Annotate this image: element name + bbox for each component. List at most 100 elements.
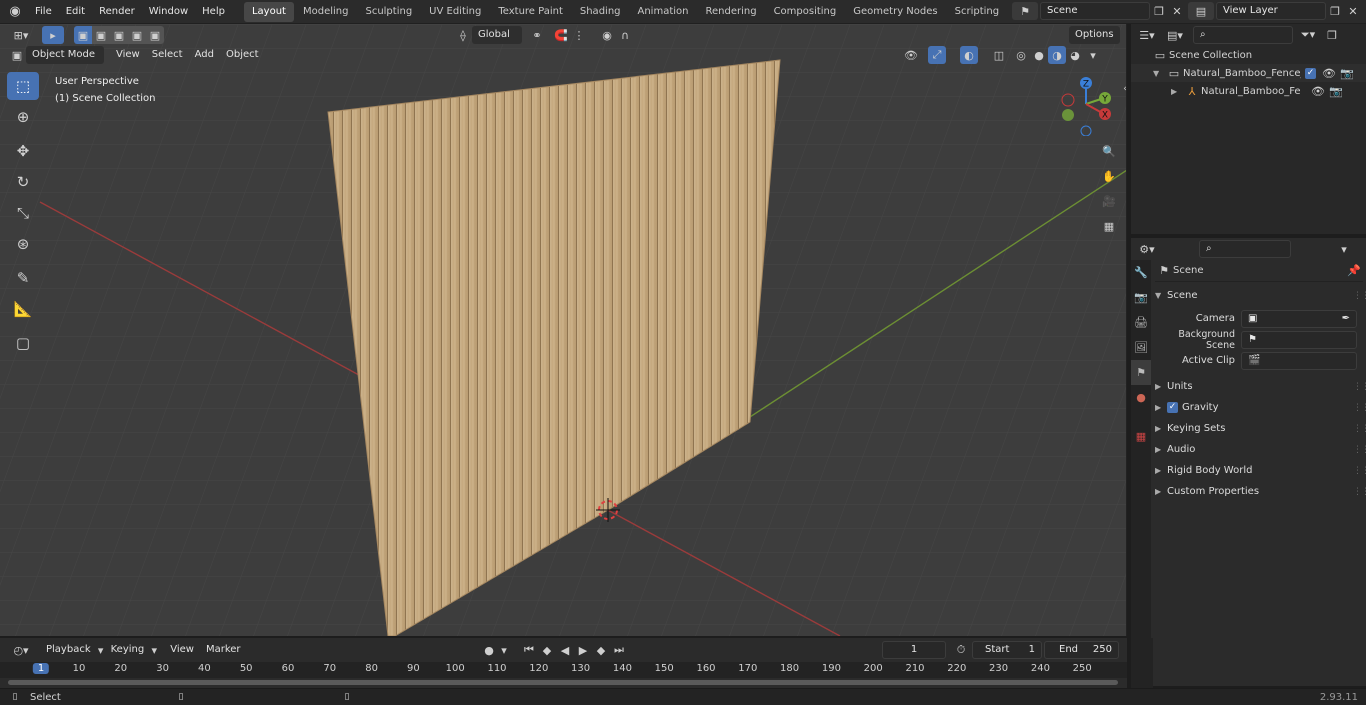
drag-grip-icon[interactable]: ⋮⋮ <box>1353 466 1366 476</box>
tab-texture-paint[interactable]: Texture Paint <box>490 2 571 22</box>
options-dropdown[interactable]: Options <box>1069 26 1120 44</box>
timeline-scrollbar[interactable] <box>8 680 1118 685</box>
view-layer-tab-icon[interactable]: 🖼 <box>1131 335 1151 360</box>
scene-icon[interactable]: ⚑ <box>1012 2 1038 20</box>
texture-tab-icon[interactable]: ▦ <box>1131 424 1151 449</box>
shading-material-icon[interactable]: ◑ <box>1048 46 1066 64</box>
falloff-icon[interactable]: ∩ <box>616 26 634 44</box>
scene-tab-icon[interactable]: ⚑ <box>1131 360 1151 385</box>
panel-header-units[interactable]: ▶ Units ⋮⋮ <box>1155 376 1366 397</box>
pan-hand-icon[interactable]: ✋ <box>1098 165 1120 187</box>
drag-grip-icon[interactable]: ⋮⋮ <box>1353 403 1366 413</box>
visibility-icon[interactable]: 👁 <box>902 46 920 64</box>
panel-header-custom-properties[interactable]: ▶ Custom Properties ⋮⋮ <box>1155 481 1366 502</box>
camera-view-icon[interactable]: 🎥 <box>1098 190 1120 212</box>
outliner-row-object[interactable]: ▶ ⅄ Natural_Bamboo_Fence_ 👁 📷 <box>1131 82 1366 100</box>
filter-icon[interactable]: ⏷▾ <box>1299 26 1317 44</box>
measure-tool-icon[interactable]: 📐 <box>7 295 39 323</box>
preview-range-icon[interactable]: ⏱ <box>952 641 970 659</box>
tab-geometry-nodes[interactable]: Geometry Nodes <box>845 2 945 22</box>
orientation-dropdown[interactable]: Global <box>472 26 522 44</box>
tool-tab-icon[interactable]: 🔧 <box>1131 260 1151 285</box>
outliner-row-scene-collection[interactable]: ▭ Scene Collection <box>1131 46 1366 64</box>
shading-wireframe-icon[interactable]: ◎ <box>1012 46 1030 64</box>
output-tab-icon[interactable]: 🖨 <box>1131 310 1151 335</box>
render-camera-icon[interactable]: 📷 <box>1327 82 1345 100</box>
panel-header-scene[interactable]: ▼ Scene ⋮⋮ <box>1155 285 1366 306</box>
navigation-gizmo[interactable]: Z Y X <box>1058 76 1118 136</box>
menu-render[interactable]: Render <box>92 0 142 24</box>
play-icon[interactable]: ▶ <box>574 641 592 659</box>
overlay-icon[interactable]: ◐ <box>960 46 978 64</box>
view-layer-icon[interactable]: ▤ <box>1188 2 1214 20</box>
outliner-row-collection[interactable]: ▼ ▭ Natural_Bamboo_Fence_Gree ✓ 👁 📷 <box>1131 64 1366 82</box>
scale-tool-icon[interactable]: ⤡ <box>7 199 39 227</box>
delete-scene-icon[interactable]: ✕ <box>1168 2 1186 20</box>
menu-file[interactable]: File <box>28 0 59 24</box>
eye-icon[interactable]: 👁 <box>1309 82 1327 100</box>
tab-animation[interactable]: Animation <box>630 2 697 22</box>
select-tool-icon[interactable]: ⬚ <box>7 72 39 100</box>
drag-grip-icon[interactable]: ⋮⋮ <box>1353 291 1366 301</box>
tab-sculpting[interactable]: Sculpting <box>357 2 420 22</box>
eyedropper-icon[interactable]: ✒ <box>1342 311 1350 327</box>
tab-modeling[interactable]: Modeling <box>295 2 357 22</box>
pin-icon[interactable]: 📌 <box>1345 262 1363 280</box>
tab-scripting[interactable]: Scripting <box>947 2 1007 22</box>
current-frame-field[interactable]: 1 <box>882 641 946 659</box>
panel-header-keying-sets[interactable]: ▶ Keying Sets ⋮⋮ <box>1155 418 1366 439</box>
tab-shading[interactable]: Shading <box>572 2 629 22</box>
menu-add[interactable]: Add <box>189 46 220 64</box>
mode-difference-icon[interactable]: ▣ <box>128 26 146 44</box>
play-reverse-icon[interactable]: ◀ <box>556 641 574 659</box>
mode-set-icon[interactable]: ▣ <box>74 26 92 44</box>
mode-intersect-icon[interactable]: ▣ <box>146 26 164 44</box>
menu-playback[interactable]: Playback <box>40 641 97 659</box>
proportional-edit-icon[interactable]: ◉ <box>598 26 616 44</box>
add-cube-tool-icon[interactable]: ▢ <box>7 329 39 357</box>
start-frame-field[interactable]: Start 1 <box>972 641 1042 659</box>
pivot-icon[interactable]: ⚭ <box>528 26 546 44</box>
tab-compositing[interactable]: Compositing <box>766 2 845 22</box>
camera-field[interactable]: ▣ ✒ <box>1241 309 1357 328</box>
editor-type-icon[interactable]: ⊞▾ <box>8 26 34 44</box>
select-box-icon[interactable]: ▸ <box>42 26 64 44</box>
zoom-icon[interactable]: 🔍 <box>1098 140 1120 162</box>
shading-options-icon[interactable]: ▾ <box>1084 46 1102 64</box>
active-clip-field[interactable]: 🎬 <box>1241 351 1357 370</box>
expand-arrow-icon[interactable]: ▶ <box>1171 87 1183 96</box>
menu-help[interactable]: Help <box>195 0 232 24</box>
record-options-icon[interactable]: ▾ <box>498 641 510 659</box>
next-keyframe-icon[interactable]: ◆ <box>592 641 610 659</box>
new-view-layer-icon[interactable]: ❐ <box>1326 2 1344 20</box>
cursor-tool-icon[interactable]: ⊕ <box>7 103 39 131</box>
shading-solid-icon[interactable]: ● <box>1030 46 1048 64</box>
record-icon[interactable]: ● <box>480 641 498 659</box>
menu-object[interactable]: Object <box>220 46 265 64</box>
jump-start-icon[interactable]: ⏮ <box>520 641 538 659</box>
tab-layout[interactable]: Layout <box>243 1 294 22</box>
drag-grip-icon[interactable]: ⋮⋮ <box>1353 382 1366 392</box>
new-collection-icon[interactable]: ❐ <box>1323 26 1341 44</box>
tab-uv-editing[interactable]: UV Editing <box>421 2 489 22</box>
menu-keying[interactable]: Keying <box>105 641 151 659</box>
panel-header-rigid-body-world[interactable]: ▶ Rigid Body World ⋮⋮ <box>1155 460 1366 481</box>
move-tool-icon[interactable]: ✥ <box>7 137 39 165</box>
gizmo-icon[interactable]: ⤢ <box>928 46 946 64</box>
tab-rendering[interactable]: Rendering <box>697 2 764 22</box>
new-scene-icon[interactable]: ❐ <box>1150 2 1168 20</box>
render-camera-icon[interactable]: 📷 <box>1338 64 1356 82</box>
sidebar-toggle-icon[interactable]: ‹ <box>1116 80 1126 98</box>
annotate-tool-icon[interactable]: ✎ <box>7 264 39 292</box>
drag-grip-icon[interactable]: ⋮⋮ <box>1353 424 1366 434</box>
prev-keyframe-icon[interactable]: ◆ <box>538 641 556 659</box>
shading-rendered-icon[interactable]: ◕ <box>1066 46 1084 64</box>
expand-arrow-icon[interactable]: ▼ <box>1153 69 1165 78</box>
snap-target-icon[interactable]: ⋮ <box>570 26 588 44</box>
drag-grip-icon[interactable]: ⋮⋮ <box>1353 445 1366 455</box>
panel-header-audio[interactable]: ▶ Audio ⋮⋮ <box>1155 439 1366 460</box>
view-layer-field[interactable]: View Layer <box>1216 2 1326 20</box>
menu-view[interactable]: View <box>110 46 146 64</box>
eye-icon[interactable]: 👁 <box>1320 64 1338 82</box>
drag-grip-icon[interactable]: ⋮⋮ <box>1353 487 1366 497</box>
